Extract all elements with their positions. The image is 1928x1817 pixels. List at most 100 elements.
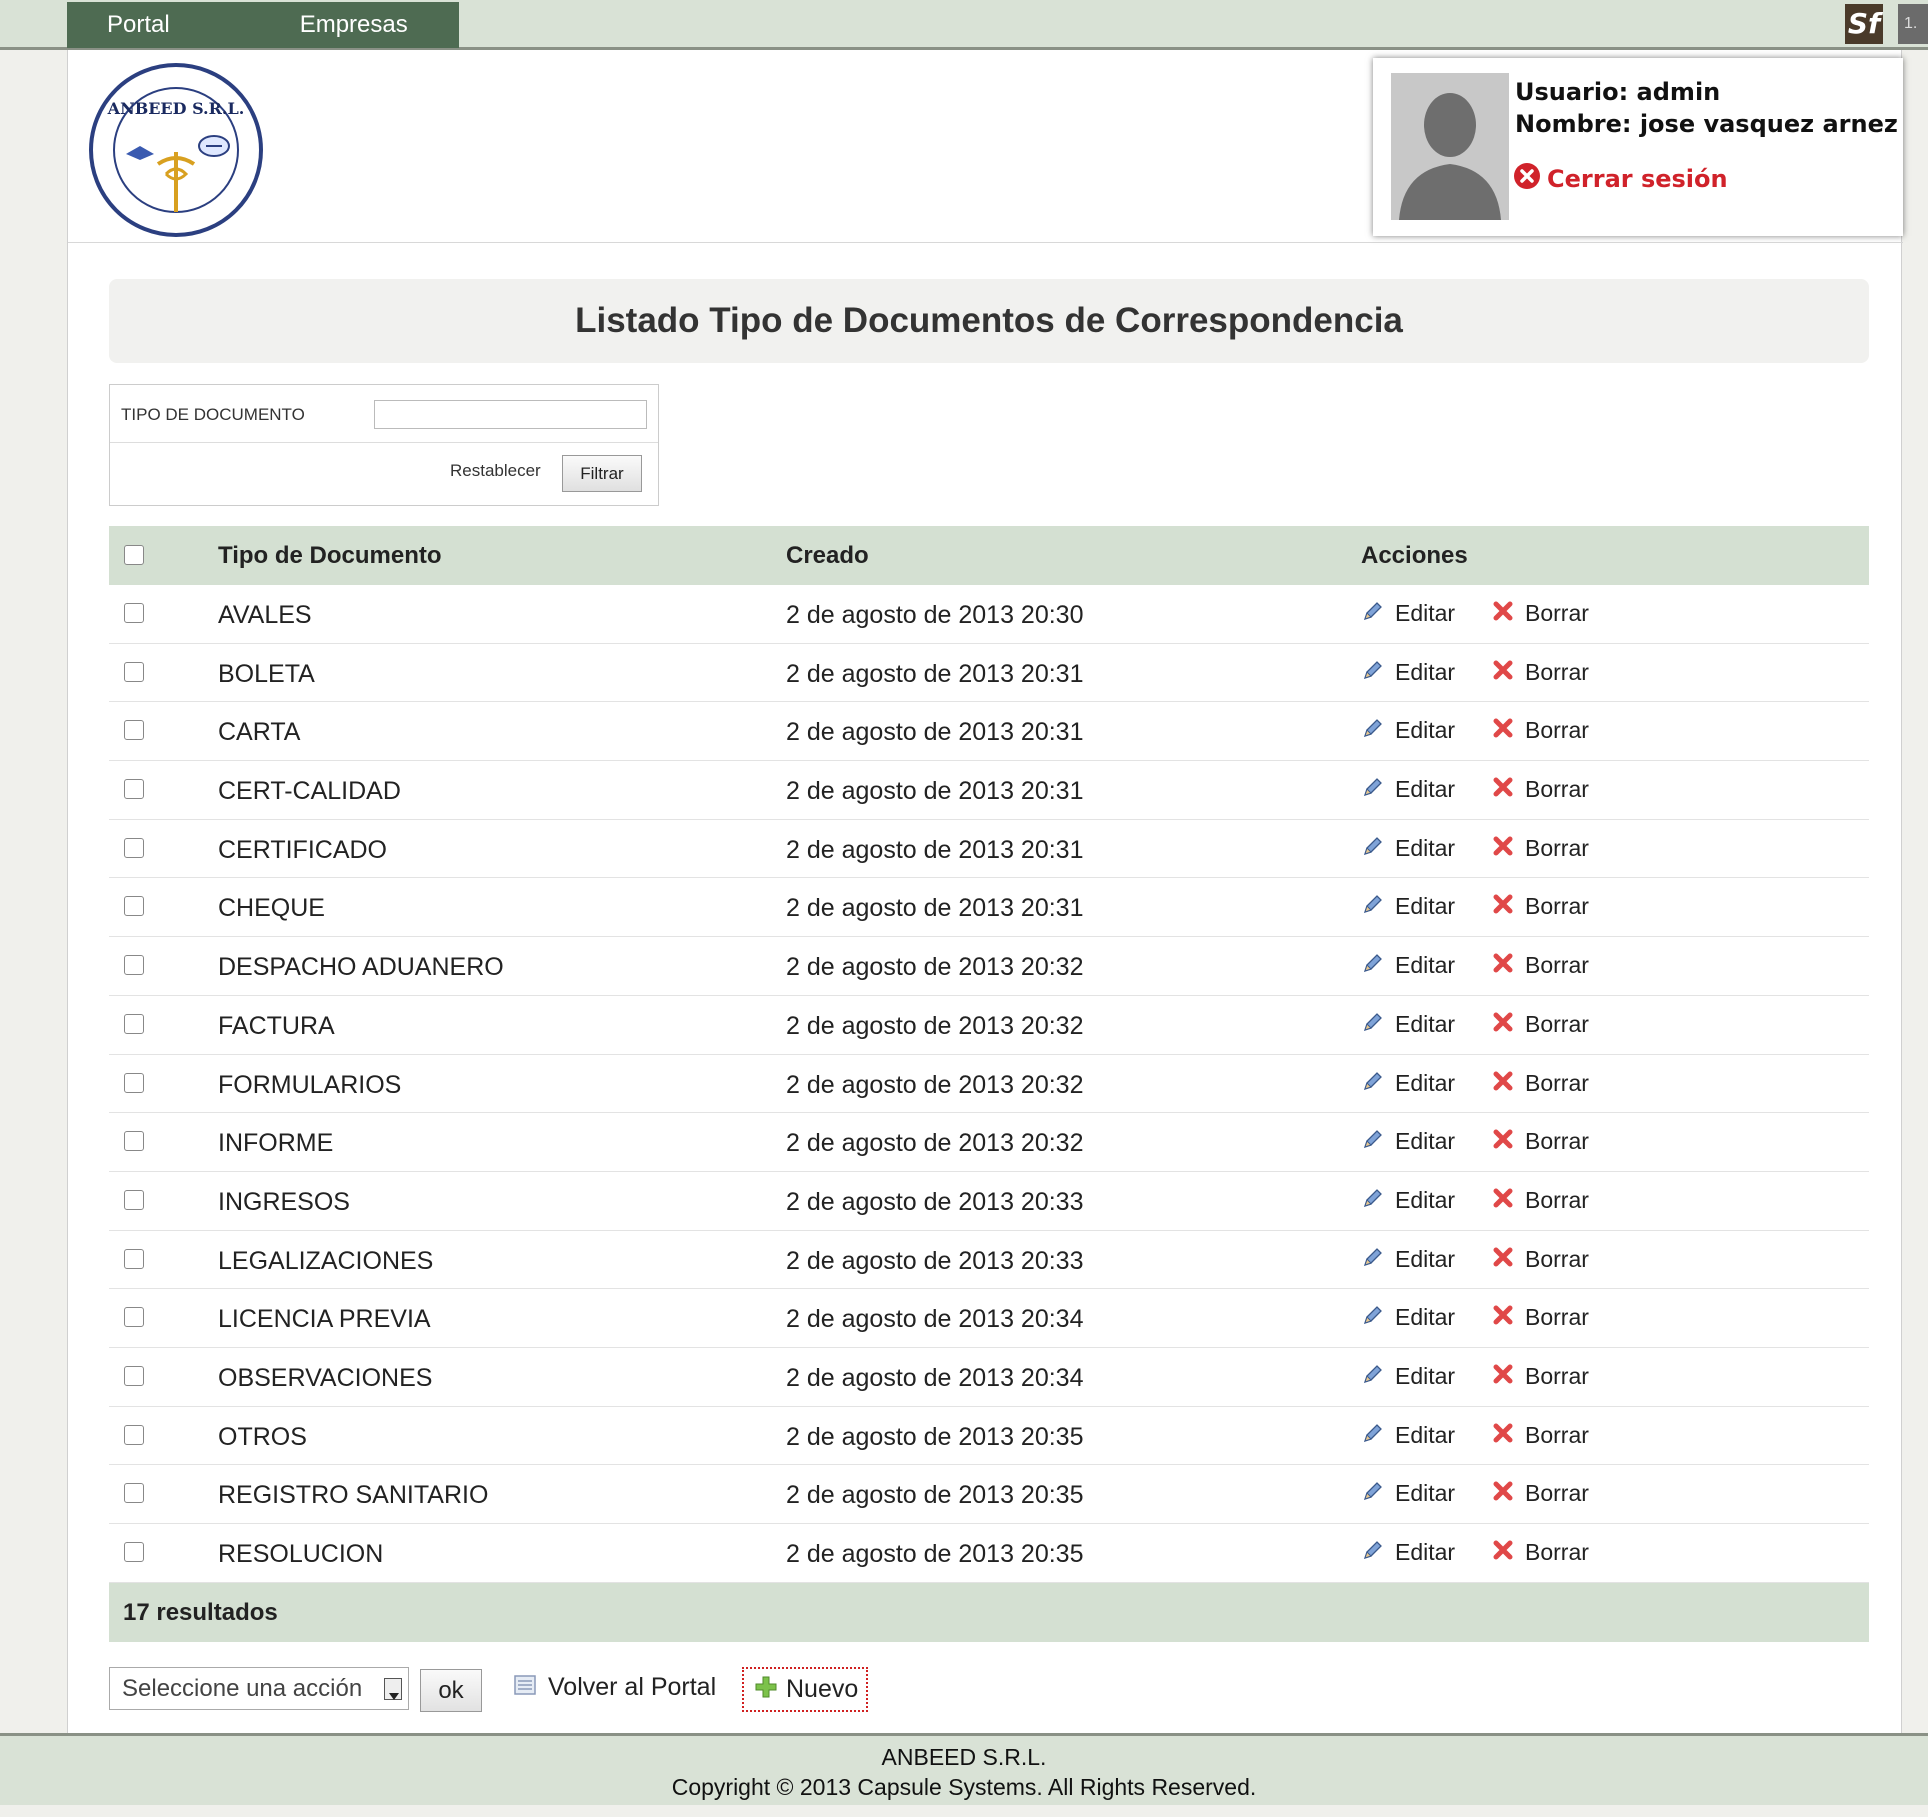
delete-action[interactable]: Borrar [1491, 716, 1589, 745]
edit-action[interactable]: Editar [1361, 951, 1455, 980]
edit-action[interactable]: Editar [1361, 1010, 1455, 1039]
delete-action[interactable]: Borrar [1491, 599, 1589, 628]
row-checkbox[interactable] [124, 896, 144, 917]
edit-action[interactable]: Editar [1361, 775, 1455, 804]
edit-action[interactable]: Editar [1361, 1479, 1455, 1508]
edit-action[interactable]: Editar [1361, 892, 1455, 921]
cell-creado: 2 de agosto de 2013 20:31 [786, 835, 1084, 864]
delete-action[interactable]: Borrar [1491, 1538, 1589, 1567]
row-checkbox[interactable] [124, 1072, 144, 1093]
table-row: INFORME 2 de agosto de 2013 20:32 Editar… [109, 1113, 1869, 1172]
row-checkbox[interactable] [124, 603, 144, 623]
row-checkbox[interactable] [124, 837, 144, 858]
nav-empresas[interactable]: Empresas [300, 11, 408, 39]
table-row: CERT-CALIDAD 2 de agosto de 2013 20:31 E… [109, 761, 1869, 820]
header-creado[interactable]: Creado [786, 542, 869, 570]
pencil-icon [1361, 1362, 1385, 1391]
pencil-icon [1361, 1303, 1385, 1332]
batch-ok-button[interactable]: ok [420, 1669, 482, 1712]
row-checkbox[interactable] [124, 1248, 144, 1269]
delete-action[interactable]: Borrar [1491, 892, 1589, 921]
header-tipo[interactable]: Tipo de Documento [218, 542, 442, 570]
red-x-icon [1491, 658, 1515, 687]
reset-link[interactable]: Restablecer [450, 461, 541, 481]
edit-label: Editar [1395, 834, 1456, 861]
cell-tipo: RESOLUCION [218, 1540, 384, 1568]
delete-action[interactable]: Borrar [1491, 834, 1589, 863]
delete-action[interactable]: Borrar [1491, 1245, 1589, 1274]
row-checkbox[interactable] [124, 1307, 144, 1328]
edit-action[interactable]: Editar [1361, 1127, 1455, 1156]
edit-action[interactable]: Editar [1361, 1186, 1455, 1215]
edit-label: Editar [1395, 1245, 1456, 1272]
back-to-portal-label: Volver al Portal [548, 1673, 717, 1701]
cell-creado: 2 de agosto de 2013 20:31 [786, 777, 1084, 806]
table-footer: 17 resultados [109, 1582, 1869, 1642]
table-row: DESPACHO ADUANERO 2 de agosto de 2013 20… [109, 937, 1869, 996]
edit-label: Editar [1395, 717, 1456, 744]
filter-button[interactable]: Filtrar [562, 455, 642, 492]
select-all-checkbox[interactable] [124, 545, 144, 565]
row-checkbox[interactable] [124, 661, 144, 682]
red-x-icon [1491, 716, 1515, 745]
cell-creado: 2 de agosto de 2013 20:31 [786, 718, 1084, 747]
delete-action[interactable]: Borrar [1491, 1186, 1589, 1215]
cell-tipo: CHEQUE [218, 894, 325, 923]
delete-action[interactable]: Borrar [1491, 1303, 1589, 1332]
edit-action[interactable]: Editar [1361, 658, 1455, 687]
logout-link[interactable]: Cerrar sesión [1513, 162, 1728, 195]
edit-action[interactable]: Editar [1361, 834, 1455, 863]
page-title-box: Listado Tipo de Documentos de Correspond… [109, 279, 1869, 363]
nav-portal[interactable]: Portal [107, 11, 170, 39]
back-to-portal-link[interactable]: Volver al Portal [514, 1673, 716, 1702]
cell-tipo: DESPACHO ADUANERO [218, 953, 504, 982]
symfony-debug-icon[interactable]: Sf [1845, 4, 1883, 44]
delete-label: Borrar [1525, 717, 1589, 744]
logout-label: Cerrar sesión [1547, 164, 1728, 193]
row-checkbox[interactable] [124, 1483, 144, 1504]
edit-action[interactable]: Editar [1361, 1362, 1455, 1391]
pencil-icon [1361, 1421, 1385, 1450]
delete-action[interactable]: Borrar [1491, 1421, 1589, 1450]
table-row: BOLETA 2 de agosto de 2013 20:31 Editar … [109, 643, 1869, 703]
edit-label: Editar [1395, 1010, 1456, 1037]
delete-action[interactable]: Borrar [1491, 1362, 1589, 1391]
row-checkbox[interactable] [124, 1542, 144, 1562]
delete-action[interactable]: Borrar [1491, 951, 1589, 980]
filter-tipo-input[interactable] [374, 400, 647, 429]
edit-action[interactable]: Editar [1361, 716, 1455, 745]
delete-action[interactable]: Borrar [1491, 1127, 1589, 1156]
edit-action[interactable]: Editar [1361, 1245, 1455, 1274]
new-button[interactable]: Nuevo [742, 1667, 868, 1712]
table-row: FACTURA 2 de agosto de 2013 20:32 Editar… [109, 995, 1869, 1055]
pencil-icon [1361, 658, 1385, 687]
delete-action[interactable]: Borrar [1491, 1010, 1589, 1039]
row-checkbox[interactable] [124, 1131, 144, 1152]
row-checkbox[interactable] [124, 1189, 144, 1210]
table-row: REGISTRO SANITARIO 2 de agosto de 2013 2… [109, 1465, 1869, 1524]
debug-version-tab[interactable]: 1. [1898, 4, 1928, 44]
table-row: CARTA 2 de agosto de 2013 20:31 Editar B… [109, 702, 1869, 762]
delete-action[interactable]: Borrar [1491, 775, 1589, 804]
edit-action[interactable]: Editar [1361, 1421, 1455, 1450]
row-checkbox[interactable] [124, 1365, 144, 1386]
row-checkbox[interactable] [124, 955, 144, 976]
edit-action[interactable]: Editar [1361, 1303, 1455, 1332]
row-checkbox[interactable] [124, 1424, 144, 1445]
cell-creado: 2 de agosto de 2013 20:31 [786, 894, 1084, 923]
row-checkbox[interactable] [124, 1013, 144, 1034]
edit-action[interactable]: Editar [1361, 1069, 1455, 1098]
results-count: 17 resultados [123, 1598, 278, 1626]
delete-action[interactable]: Borrar [1491, 1479, 1589, 1508]
pencil-icon [1361, 1069, 1385, 1098]
cell-tipo: FORMULARIOS [218, 1070, 402, 1099]
edit-action[interactable]: Editar [1361, 599, 1455, 628]
delete-action[interactable]: Borrar [1491, 658, 1589, 687]
cell-tipo: BOLETA [218, 659, 315, 688]
delete-label: Borrar [1525, 1480, 1589, 1507]
delete-action[interactable]: Borrar [1491, 1069, 1589, 1098]
row-checkbox[interactable] [124, 720, 144, 741]
row-checkbox[interactable] [124, 779, 144, 800]
edit-action[interactable]: Editar [1361, 1538, 1455, 1567]
batch-action-select[interactable]: Seleccione una acción [109, 1667, 409, 1710]
